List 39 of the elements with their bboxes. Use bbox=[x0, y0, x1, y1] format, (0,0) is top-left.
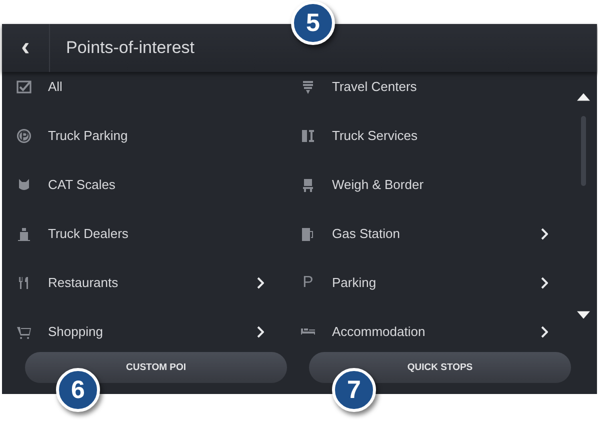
poi-category-item[interactable]: Shopping bbox=[2, 307, 286, 350]
scroll-up-icon[interactable] bbox=[577, 93, 590, 101]
parking-icon: P bbox=[300, 274, 316, 292]
callout-number: 5 bbox=[291, 1, 335, 45]
category-label: Gas Station bbox=[332, 226, 401, 241]
category-label: Shopping bbox=[48, 324, 104, 339]
poi-category-item[interactable]: Gas Station bbox=[286, 209, 570, 258]
checkbox-icon[interactable] bbox=[16, 78, 32, 94]
poi-category-item[interactable]: Truck Services bbox=[286, 111, 570, 160]
scrollbar-thumb[interactable] bbox=[581, 116, 586, 186]
parking-sign-icon bbox=[16, 128, 32, 144]
poi-category-item[interactable]: All bbox=[2, 72, 286, 111]
poi-category-item[interactable]: Truck Parking bbox=[2, 111, 286, 160]
gas-pump-icon bbox=[300, 226, 316, 242]
category-label: All bbox=[48, 79, 64, 94]
poi-category-item[interactable]: Accommodation bbox=[286, 307, 570, 350]
category-label: Travel Centers bbox=[332, 79, 418, 94]
back-button[interactable]: ‹ bbox=[2, 24, 50, 72]
category-label: Parking bbox=[332, 275, 378, 290]
poi-category-item[interactable]: Travel Centers bbox=[286, 72, 570, 111]
poi-category-item[interactable]: Weigh & Border bbox=[286, 160, 570, 209]
category-label: Restaurants bbox=[48, 275, 120, 290]
scroll-down-icon[interactable] bbox=[577, 311, 590, 319]
callout-number: 6 bbox=[56, 368, 100, 412]
poi-category-item[interactable]: P Parking bbox=[286, 258, 570, 307]
cat-head-icon bbox=[16, 176, 32, 192]
bed-icon bbox=[300, 328, 316, 335]
category-label: Truck Parking bbox=[48, 128, 129, 143]
category-label: Accommodation bbox=[332, 324, 426, 339]
poi-category-item[interactable]: CAT Scales bbox=[2, 160, 286, 209]
category-label: Weigh & Border bbox=[332, 177, 425, 192]
category-label: Truck Dealers bbox=[48, 226, 130, 241]
building-icon bbox=[16, 226, 32, 242]
screen-title: Points-of-interest bbox=[66, 38, 194, 58]
category-label: CAT Scales bbox=[48, 177, 116, 192]
poi-category-item[interactable]: Truck Dealers bbox=[2, 209, 286, 258]
poi-category-item[interactable]: Restaurants bbox=[2, 258, 286, 307]
category-label: Truck Services bbox=[332, 128, 418, 143]
callout-number: 7 bbox=[332, 368, 376, 412]
